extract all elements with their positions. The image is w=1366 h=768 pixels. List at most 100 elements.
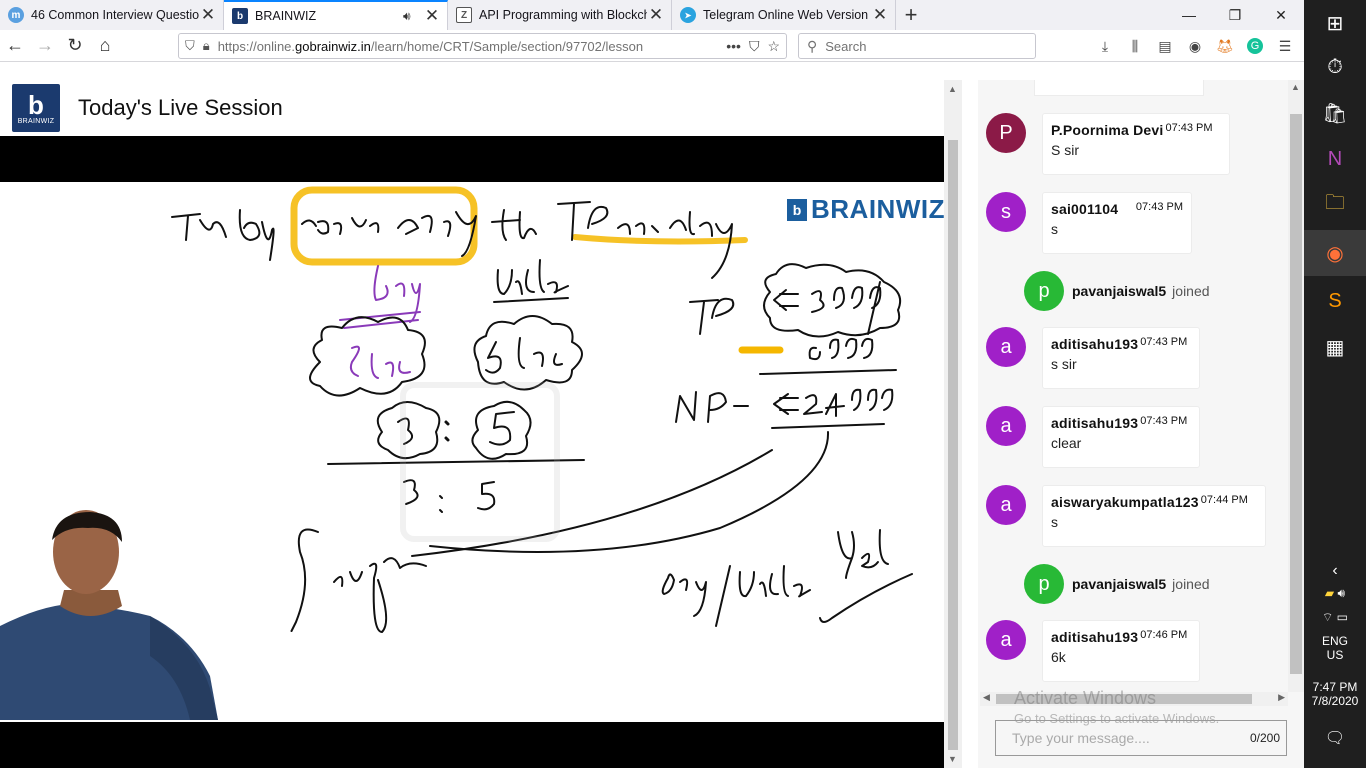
firefox-icon[interactable]: ◉ — [1304, 230, 1366, 276]
file-explorer-icon[interactable]: 🗀 — [1304, 182, 1366, 228]
tab-telegram[interactable]: ➤ Telegram Online Web Version ✕ — [672, 0, 896, 30]
tab-title: BRAINWIZ — [255, 9, 317, 23]
page-actions-icon[interactable]: ••• — [726, 38, 741, 54]
grammarly-icon[interactable]: G — [1240, 33, 1270, 59]
sublime-text-icon[interactable]: S — [1304, 278, 1366, 324]
chat-message: a aditisahu193 07:46 PM 6k — [986, 620, 1200, 682]
tab-favicon: Z — [456, 7, 472, 23]
scroll-left-icon[interactable]: ◀ — [983, 692, 990, 703]
page-scrollbar[interactable]: ▲ ▼ — [944, 80, 962, 768]
notifications-icon[interactable]: 🗨︎ — [1304, 728, 1366, 748]
tray-icons: ▰ 🔊︎ — [1304, 586, 1366, 601]
cortana-timer-icon[interactable]: ⏱ — [1304, 44, 1366, 90]
scroll-right-icon[interactable]: ▶ — [1278, 692, 1285, 703]
page-title: Today's Live Session — [78, 95, 283, 120]
character-counter: 0/200 — [1249, 731, 1280, 745]
menu-icon[interactable]: ☰ — [1270, 33, 1300, 59]
tab-api-programming[interactable]: Z API Programming with Blockch ✕ — [448, 0, 672, 30]
windows-taskbar: ⊞ ⏱ 🛍︎ N 🗀 ◉ S ▦ ‹ ▰ 🔊︎ ⌔ ▭ ENG US 7:47 P… — [1304, 0, 1366, 768]
chat-scrollbar[interactable]: ▲ — [1288, 80, 1304, 692]
lock-icon[interactable]: 🔒︎ — [203, 38, 210, 54]
language-code: ENG — [1321, 634, 1348, 648]
minimize-icon[interactable]: — — [1166, 0, 1212, 30]
clock[interactable]: 7:47 PM 7/8/2020 — [1304, 680, 1366, 708]
new-tab-button[interactable]: + — [896, 0, 926, 30]
message-bubble: P.Poornima Devi 07:43 PM S sir — [1042, 113, 1230, 175]
tray-chevron-icon[interactable]: ‹ — [1304, 562, 1366, 580]
live-video[interactable]: b BRAINWIZ — [0, 136, 944, 768]
message-bubble: aiswaryakumpatla123 07:44 PM s — [1042, 485, 1266, 547]
board-brand-text: BRAINWIZ — [811, 194, 944, 224]
activate-title: Activate Windows — [1014, 688, 1157, 708]
calculator-icon[interactable]: ▦ — [1304, 324, 1366, 370]
page-scrollbar-thumb[interactable] — [948, 140, 958, 750]
url-domain: gobrainwiz.in — [295, 38, 371, 54]
battery-icon[interactable]: ▭ — [1337, 610, 1348, 624]
tab-strip: m 46 Common Interview Questio ✕ b BRAINW… — [0, 0, 1304, 30]
logo-letter: b — [28, 89, 44, 120]
metamask-icon[interactable]: 🦊︎ — [1210, 33, 1240, 59]
tab-favicon: m — [8, 7, 24, 23]
volume-icon[interactable]: 🔊︎ — [1338, 586, 1346, 600]
message-input-box[interactable]: 0/200 — [995, 720, 1287, 756]
sender-name: aditisahu193 — [1051, 336, 1139, 352]
browser-window: m 46 Common Interview Questio ✕ b BRAINW… — [0, 0, 1304, 768]
tab-brainwiz[interactable]: b BRAINWIZ 🔊︎ ✕ — [224, 0, 448, 30]
tab-favicon: ➤ — [680, 7, 696, 23]
back-icon[interactable]: ← — [0, 32, 30, 60]
url-path: /learn/home/CRT/Sample/section/97702/les… — [370, 38, 644, 54]
shield-icon[interactable]: ⛉ — [185, 38, 195, 54]
chat-panel: P P.Poornima Devi 07:43 PM S sir s sai001… — [978, 80, 1304, 768]
scroll-up-icon[interactable]: ▲ — [1291, 82, 1300, 92]
reload-icon[interactable]: ↻ — [60, 32, 90, 60]
bookmark-star-icon[interactable]: ☆ — [767, 38, 780, 55]
tab-title: 46 Common Interview Questio — [31, 8, 199, 22]
avatar: p — [1024, 564, 1064, 604]
restore-icon[interactable]: ❐ — [1212, 0, 1258, 30]
store-icon[interactable]: 🛍︎ — [1304, 90, 1366, 136]
sender-name: aditisahu193 — [1051, 629, 1139, 645]
url-text[interactable]: https://online.gobrainwiz.in/learn/home/… — [218, 39, 719, 54]
wifi-icon[interactable]: ⌔ — [1322, 610, 1333, 624]
language-indicator[interactable]: ENG US — [1304, 634, 1366, 662]
address-bar[interactable]: ⛉ 🔒︎ https://online.gobrainwiz.in/learn/… — [178, 33, 787, 59]
message-bubble: aditisahu193 07:43 PM clear — [1042, 406, 1200, 468]
chat-previous-bubble — [1034, 80, 1204, 96]
search-input[interactable]: ⚲ Search — [798, 33, 1036, 59]
windows-start-icon[interactable]: ⊞ — [1304, 0, 1366, 46]
speaker-icon[interactable]: 🔊︎ — [403, 9, 421, 24]
chat-message: s sai001104 07:43 PM s — [986, 192, 1192, 254]
brainwiz-logo[interactable]: b BRAINWIZ — [12, 84, 60, 132]
message-time: 07:43 PM — [1135, 201, 1183, 213]
chat-scrollbar-thumb[interactable] — [1290, 114, 1302, 674]
download-icon[interactable]: ⤓ — [1090, 33, 1120, 59]
close-tab-icon[interactable]: ✕ — [871, 5, 889, 24]
message-time: 07:43 PM — [1140, 415, 1188, 427]
presenter-video — [0, 510, 218, 720]
joined-user-name: pavanjaiswal5 — [1072, 576, 1167, 592]
close-window-icon[interactable]: ✕ — [1258, 0, 1304, 30]
avatar: a — [986, 406, 1026, 446]
message-text: s — [1051, 221, 1058, 237]
pocket-icon[interactable]: ⛉ — [749, 38, 760, 55]
message-text: clear — [1051, 435, 1082, 451]
sidebar-icon[interactable]: ▤ — [1150, 33, 1180, 59]
message-input[interactable] — [1012, 730, 1250, 746]
logo-text: BRAINWIZ — [17, 117, 55, 125]
sender-name: aditisahu193 — [1051, 415, 1139, 431]
message-time: 07:43 PM — [1140, 336, 1188, 348]
onenote-icon[interactable]: N — [1304, 136, 1366, 182]
scroll-up-icon[interactable]: ▲ — [948, 84, 957, 94]
tab-interview-questions[interactable]: m 46 Common Interview Questio ✕ — [0, 0, 224, 30]
region-code: US — [1326, 648, 1344, 662]
close-tab-icon[interactable]: ✕ — [647, 5, 665, 24]
scroll-down-icon[interactable]: ▼ — [948, 754, 957, 764]
forward-icon[interactable]: → — [30, 32, 60, 60]
close-tab-icon[interactable]: ✕ — [423, 6, 441, 25]
library-icon[interactable]: ⫼ — [1120, 33, 1150, 59]
sticky-notes-icon[interactable]: ▰ — [1325, 586, 1334, 600]
account-icon[interactable]: ◉ — [1180, 33, 1210, 59]
home-icon[interactable]: ⌂ — [90, 32, 120, 60]
close-tab-icon[interactable]: ✕ — [199, 5, 217, 24]
message-bubble: sai001104 07:43 PM s — [1042, 192, 1192, 254]
